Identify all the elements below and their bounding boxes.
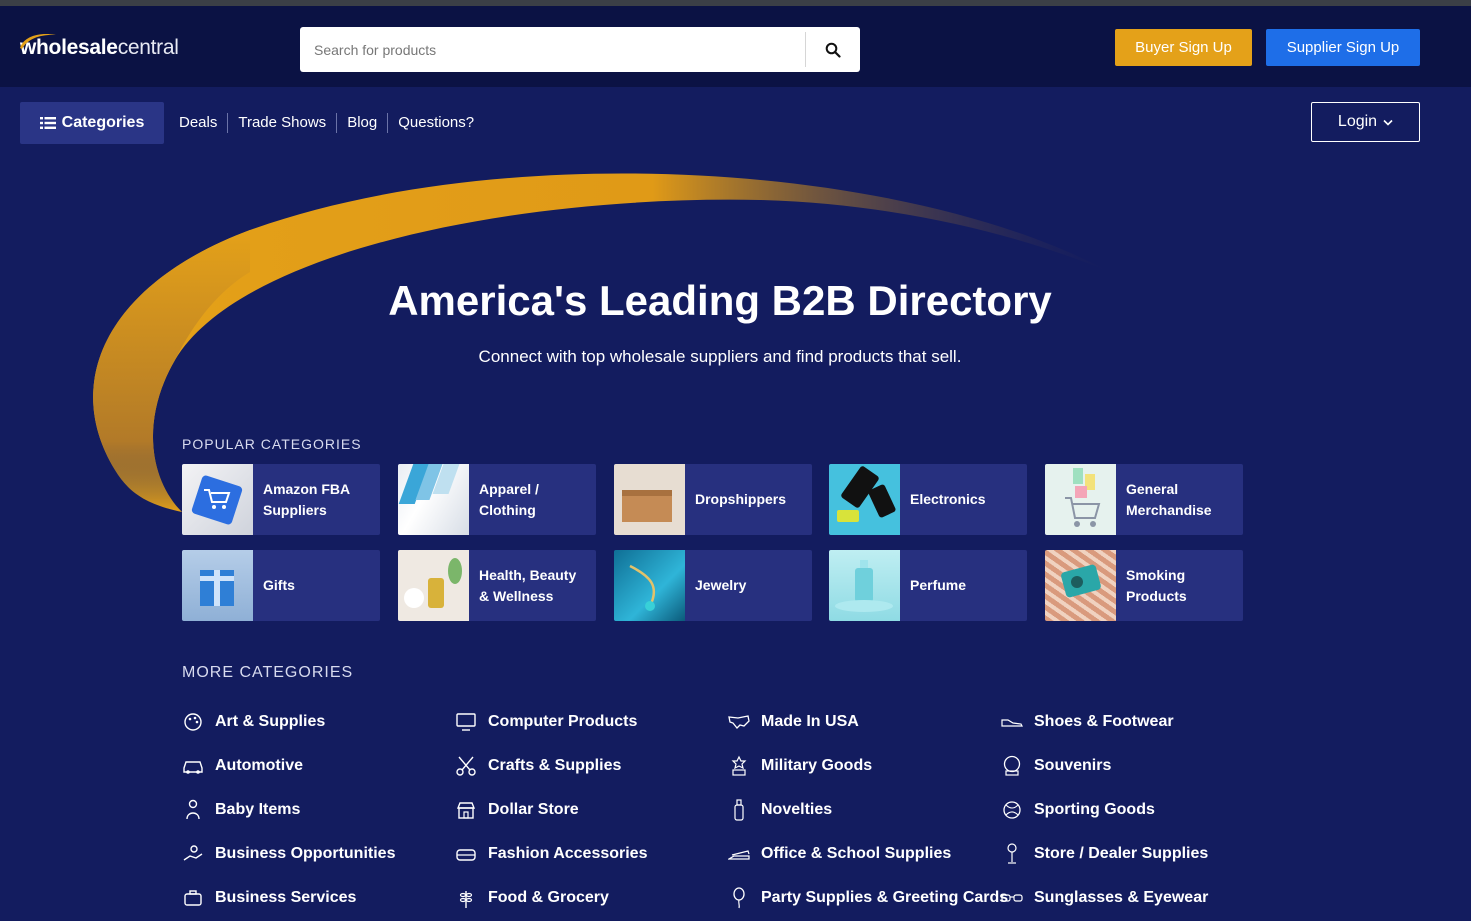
- categories-label: Categories: [61, 114, 145, 131]
- category-link-business-services[interactable]: Business Services: [182, 885, 356, 911]
- necklace-thumb: [614, 550, 685, 621]
- baby-icon: [182, 799, 204, 821]
- list-icon: [39, 117, 56, 129]
- palette-icon: [182, 711, 204, 733]
- category-link-shoes-footwear[interactable]: Shoes & Footwear: [1001, 709, 1174, 735]
- category-link-party-supplies[interactable]: Party Supplies & Greeting Cards: [728, 885, 1008, 911]
- mannequin-icon: [1001, 843, 1023, 865]
- popular-card-dropshippers[interactable]: Dropshippers: [614, 464, 812, 535]
- shirts-thumb: [398, 464, 469, 535]
- buyer-signup-button[interactable]: Buyer Sign Up: [1115, 29, 1252, 66]
- monitor-icon: [455, 711, 477, 733]
- briefcase-icon: [182, 887, 204, 909]
- popular-card-label: Jewelry: [695, 577, 747, 593]
- categories-button[interactable]: Categories: [20, 102, 164, 144]
- popular-card-label: Smoking Products: [1126, 566, 1187, 604]
- spa-thumb: [398, 550, 469, 621]
- category-link-novelties[interactable]: Novelties: [728, 797, 832, 823]
- more-categories-heading: MORE CATEGORIES: [182, 664, 354, 681]
- snowglobe-icon: [1001, 755, 1023, 777]
- category-link-business-opportunities[interactable]: Business Opportunities: [182, 841, 395, 867]
- popular-card-gifts[interactable]: Gifts: [182, 550, 380, 621]
- chevron-down-icon: [1383, 119, 1393, 126]
- category-link-art-supplies[interactable]: Art & Supplies: [182, 709, 325, 735]
- popular-card-label: Dropshippers: [695, 491, 787, 507]
- category-link-food-grocery[interactable]: Food & Grocery: [455, 885, 609, 911]
- category-link-sporting-goods[interactable]: Sporting Goods: [1001, 797, 1155, 823]
- category-link-military-goods[interactable]: Military Goods: [728, 753, 872, 779]
- logo-swoosh-icon: [20, 34, 56, 49]
- popular-card-perfume[interactable]: Perfume: [829, 550, 1027, 621]
- phones-thumb: [829, 464, 900, 535]
- medal-icon: [728, 755, 750, 777]
- scissors-icon: [455, 755, 477, 777]
- category-link-baby-items[interactable]: Baby Items: [182, 797, 300, 823]
- site-header: wholesalecentral Buyer Sign Up Supplier …: [0, 6, 1471, 87]
- store-icon: [455, 799, 477, 821]
- category-link-fashion-accessories[interactable]: Fashion Accessories: [455, 841, 647, 867]
- category-link-office-school-supplies[interactable]: Office & School Supplies: [728, 841, 951, 867]
- popular-card-label: Electronics: [910, 491, 986, 507]
- hero-subtitle: Connect with top wholesale suppliers and…: [478, 347, 962, 366]
- category-link-store-dealer-supplies[interactable]: Store / Dealer Supplies: [1001, 841, 1208, 867]
- stapler-icon: [728, 843, 750, 865]
- main-nav: Deals Trade Shows Blog Questions?: [179, 113, 484, 133]
- category-link-crafts-supplies[interactable]: Crafts & Supplies: [455, 753, 621, 779]
- smoking-thumb: [1045, 550, 1116, 621]
- popular-card-label: General Merchandise: [1126, 480, 1212, 518]
- popular-card-label: Amazon FBA Suppliers: [263, 480, 351, 518]
- logo-text-light: central: [117, 36, 179, 59]
- perfume-bottle-thumb: [829, 550, 900, 621]
- gift-box-thumb: [182, 550, 253, 621]
- login-label: Login: [1337, 113, 1378, 130]
- glasses-icon: [1001, 887, 1023, 909]
- popular-categories-heading: POPULAR CATEGORIES: [182, 436, 362, 452]
- bottle-icon: [728, 799, 750, 821]
- car-icon: [182, 755, 204, 777]
- nav-link-trade-shows[interactable]: Trade Shows: [227, 113, 336, 133]
- cart-keyboard-thumb: [182, 464, 253, 535]
- search-input[interactable]: [300, 27, 805, 72]
- login-button[interactable]: Login: [1311, 102, 1420, 142]
- category-link-dollar-store[interactable]: Dollar Store: [455, 797, 579, 823]
- popular-card-health-beauty[interactable]: Health, Beauty & Wellness: [398, 550, 596, 621]
- supplier-signup-button[interactable]: Supplier Sign Up: [1266, 29, 1420, 66]
- category-link-souvenirs[interactable]: Souvenirs: [1001, 753, 1111, 779]
- shoe-icon: [1001, 711, 1023, 733]
- popular-card-electronics[interactable]: Electronics: [829, 464, 1027, 535]
- category-link-sunglasses-eyewear[interactable]: Sunglasses & Eyewear: [1001, 885, 1208, 911]
- bag-icon: [455, 843, 477, 865]
- category-link-automotive[interactable]: Automotive: [182, 753, 303, 779]
- popular-card-jewelry[interactable]: Jewelry: [614, 550, 812, 621]
- shopping-cart-thumb: [1045, 464, 1116, 535]
- popular-card-label: Health, Beauty & Wellness: [479, 566, 577, 604]
- wheat-icon: [455, 887, 477, 909]
- popular-card-label: Perfume: [910, 577, 967, 593]
- hero-title: America's Leading B2B Directory: [388, 277, 1052, 324]
- popular-card-apparel[interactable]: Apparel / Clothing: [398, 464, 596, 535]
- search-bar: [300, 27, 860, 72]
- popular-card-label: Gifts: [263, 577, 295, 593]
- category-link-computer-products[interactable]: Computer Products: [455, 709, 637, 735]
- nav-link-blog[interactable]: Blog: [336, 113, 387, 133]
- handshake-icon: [182, 843, 204, 865]
- balloon-icon: [728, 887, 750, 909]
- nav-link-deals[interactable]: Deals: [179, 113, 227, 133]
- search-icon: [825, 42, 841, 58]
- box-thumb: [614, 464, 685, 535]
- popular-card-label: Apparel / Clothing: [479, 480, 539, 518]
- ball-icon: [1001, 799, 1023, 821]
- search-button[interactable]: [806, 27, 860, 72]
- nav-link-questions[interactable]: Questions?: [387, 113, 484, 133]
- category-link-made-in-usa[interactable]: Made In USA: [728, 709, 859, 735]
- popular-card-smoking-products[interactable]: Smoking Products: [1045, 550, 1243, 621]
- popular-categories-grid: Amazon FBA Suppliers Apparel / Clothing Dr…: [182, 464, 1244, 621]
- usa-map-icon: [728, 711, 750, 733]
- popular-card-amazon-fba[interactable]: Amazon FBA Suppliers: [182, 464, 380, 535]
- popular-card-general-merchandise[interactable]: General Merchandise: [1045, 464, 1243, 535]
